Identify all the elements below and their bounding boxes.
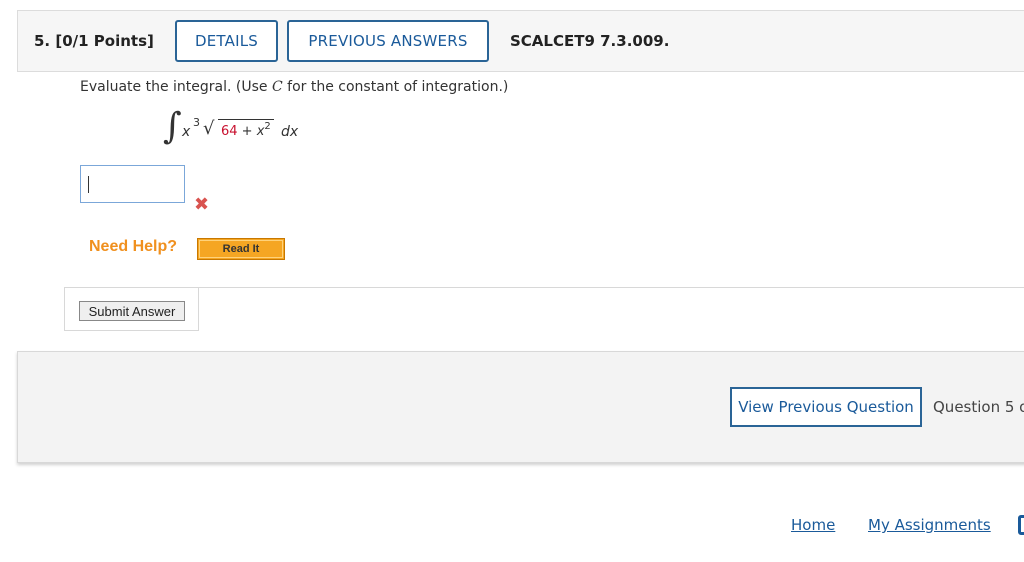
- view-previous-question-button[interactable]: View Previous Question: [730, 387, 922, 427]
- square-root-symbol: √: [203, 118, 215, 139]
- navigation-panel: View Previous Question Question 5 o: [17, 351, 1024, 463]
- text-cursor: [88, 176, 89, 193]
- submit-wrapper: Submit Answer: [64, 288, 199, 331]
- question-reference: SCALCET9 7.3.009.: [510, 32, 670, 50]
- page-icon[interactable]: [1018, 515, 1024, 535]
- answer-input[interactable]: [80, 165, 185, 203]
- prompt-text-after: for the constant of integration.): [282, 79, 509, 95]
- integrand-exponent: 3: [193, 116, 200, 129]
- integral-sign: ∫: [163, 106, 182, 147]
- radicand-exponent: 2: [264, 121, 271, 132]
- prompt-variable: C: [271, 79, 283, 95]
- my-assignments-link[interactable]: My Assignments: [868, 516, 991, 534]
- question-header: 5. [0/1 Points] DETAILS PREVIOUS ANSWERS…: [17, 10, 1024, 72]
- previous-answers-button[interactable]: PREVIOUS ANSWERS: [287, 20, 489, 62]
- details-button[interactable]: DETAILS: [175, 20, 278, 62]
- question-progress: Question 5 o: [933, 398, 1024, 416]
- incorrect-x-icon: ✖: [194, 194, 210, 215]
- differential: dx: [281, 124, 299, 140]
- submit-area: Submit Answer: [64, 287, 1024, 331]
- radicand-constant: 64: [221, 124, 238, 139]
- integral-expression: ∫ x 3 √ 64 + x2 dx: [163, 106, 333, 156]
- need-help-label: Need Help?: [89, 238, 178, 255]
- question-prompt: Evaluate the integral. (Use C for the co…: [80, 79, 508, 95]
- home-link[interactable]: Home: [791, 516, 835, 534]
- question-number-points: 5. [0/1 Points]: [34, 32, 154, 50]
- submit-answer-button[interactable]: Submit Answer: [79, 301, 185, 321]
- integrand-base: x: [182, 124, 191, 140]
- read-it-button[interactable]: Read It: [197, 238, 285, 260]
- radicand: 64 + x2: [218, 119, 274, 139]
- prompt-text-before: Evaluate the integral. (Use: [80, 79, 272, 95]
- radicand-operator: +: [237, 124, 257, 139]
